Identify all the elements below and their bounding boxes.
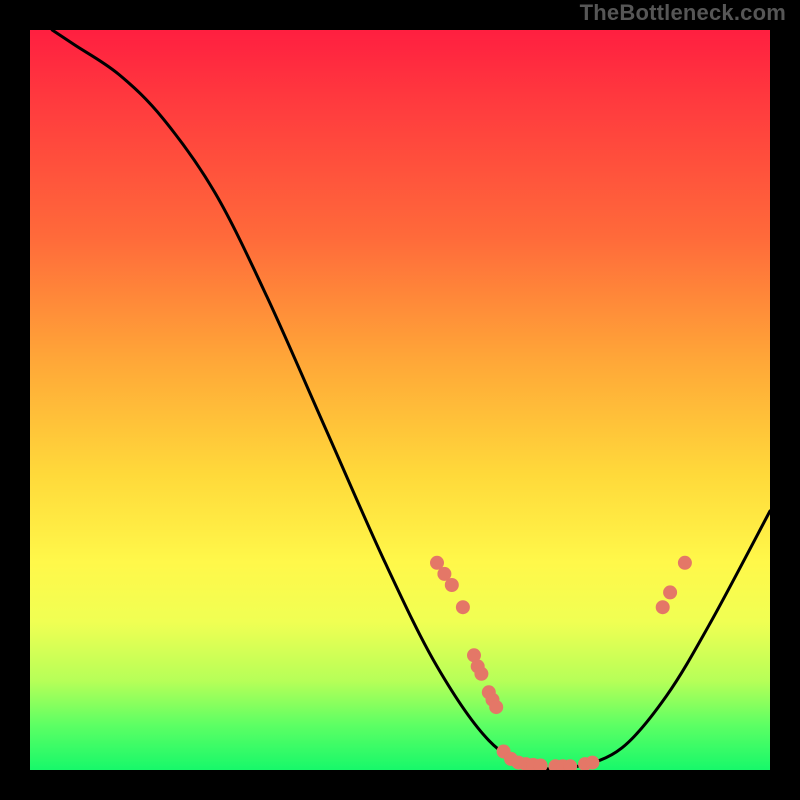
chart-svg bbox=[30, 30, 770, 770]
data-marker bbox=[663, 585, 677, 599]
data-marker bbox=[656, 600, 670, 614]
data-marker bbox=[445, 578, 459, 592]
bottleneck-curve bbox=[52, 30, 770, 769]
data-marker bbox=[456, 600, 470, 614]
chart-stage: TheBottleneck.com bbox=[0, 0, 800, 800]
data-marker bbox=[489, 700, 503, 714]
data-marker bbox=[678, 556, 692, 570]
data-marker bbox=[585, 756, 599, 770]
watermark-text: TheBottleneck.com bbox=[580, 0, 786, 26]
data-marker bbox=[474, 667, 488, 681]
plot-area bbox=[30, 30, 770, 770]
data-markers bbox=[430, 556, 692, 770]
